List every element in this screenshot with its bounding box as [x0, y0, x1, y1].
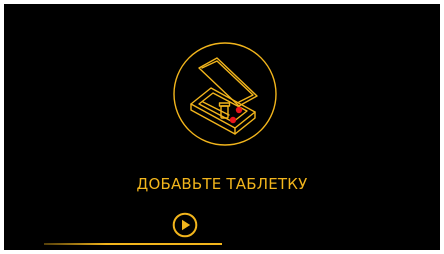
pill-dispenser-box-icon — [173, 42, 277, 146]
progress-bar-fill — [44, 243, 222, 245]
play-circle-icon[interactable] — [172, 212, 198, 238]
progress-bar — [44, 243, 222, 245]
app-screen: ДОБАВЬТЕ ТАБЛЕТКУ — [4, 4, 440, 250]
instruction-text: ДОБАВЬТЕ ТАБЛЕТКУ — [136, 175, 308, 193]
